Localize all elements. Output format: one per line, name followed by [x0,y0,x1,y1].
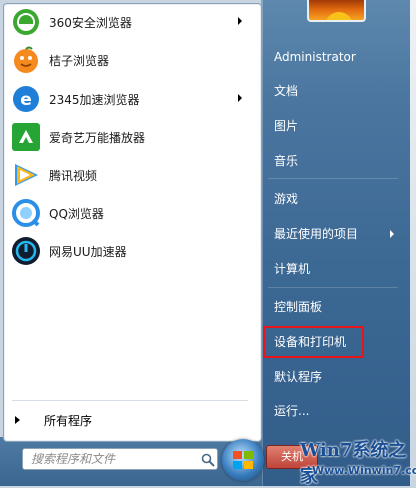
right-divider [268,178,398,179]
watermark-logo: Win7系统之家 [300,440,407,487]
right-item-control-panel[interactable]: 控制面板 [268,294,404,320]
program-item-iqiyi-player[interactable]: 爱奇艺万能播放器 [8,120,254,154]
program-item-qq-browser[interactable]: QQ浏览器 [8,196,254,230]
svg-text:e: e [20,90,32,110]
360-browser-icon [11,7,41,37]
right-item-music[interactable]: 音乐 [268,148,404,174]
program-label: 360安全浏览器 [49,15,132,30]
programs-divider [12,400,248,401]
program-item-tencent-video[interactable]: 腾讯视频 [8,158,254,192]
all-programs-label: 所有程序 [44,413,93,428]
submenu-arrow-icon [238,94,242,102]
watermark: Win7系统之家 Www.Winwin7.com [300,436,416,487]
tencent-video-icon [11,160,41,190]
orange-browser-icon [11,45,41,75]
program-label: 2345加速浏览器 [49,92,140,107]
right-item-label: 最近使用的项目 [274,227,359,241]
start-orb[interactable] [222,439,264,481]
program-label: 腾讯视频 [49,168,98,183]
program-label: 桔子浏览器 [49,53,110,68]
netease-uu-icon [11,236,41,266]
right-item-default-programs[interactable]: 默认程序 [268,364,404,390]
program-item-orange-browser[interactable]: 桔子浏览器 [8,43,254,77]
iqiyi-player-icon [11,122,41,152]
right-item-run[interactable]: 运行... [268,398,404,424]
program-label: 爱奇艺万能播放器 [49,130,146,145]
2345-browser-icon: e [11,84,41,114]
submenu-arrow-icon [238,17,242,25]
search-icon [201,452,215,467]
highlight-box [263,326,364,358]
program-label: 网易UU加速器 [49,244,127,259]
start-menu: 360安全浏览器 桔子浏览器 e 2345加速浏览器 爱奇艺万能播放器 腾讯视频… [0,0,416,487]
right-divider [268,287,398,288]
program-item-360-browser[interactable]: 360安全浏览器 [8,5,254,39]
right-item-pictures[interactable]: 图片 [268,113,404,139]
qq-browser-icon [11,198,41,228]
right-item-games[interactable]: 游戏 [268,186,404,212]
program-item-netease-uu[interactable]: 网易UU加速器 [8,234,254,268]
right-item-computer[interactable]: 计算机 [268,256,404,282]
right-item-documents[interactable]: 文档 [268,78,404,104]
all-programs-item[interactable]: 所有程序 [15,410,92,430]
watermark-url: Www.Winwin7.com [312,464,416,477]
right-item-administrator[interactable]: Administrator [268,44,404,70]
expand-arrow-icon [15,416,20,424]
program-item-2345-browser[interactable]: e 2345加速浏览器 [8,82,254,116]
program-label: QQ浏览器 [49,206,104,221]
submenu-arrow-icon [390,230,394,238]
user-avatar[interactable] [307,0,366,22]
right-item-recent-items[interactable]: 最近使用的项目 [268,221,404,247]
search-input[interactable]: 搜索程序和文件 [22,448,218,470]
